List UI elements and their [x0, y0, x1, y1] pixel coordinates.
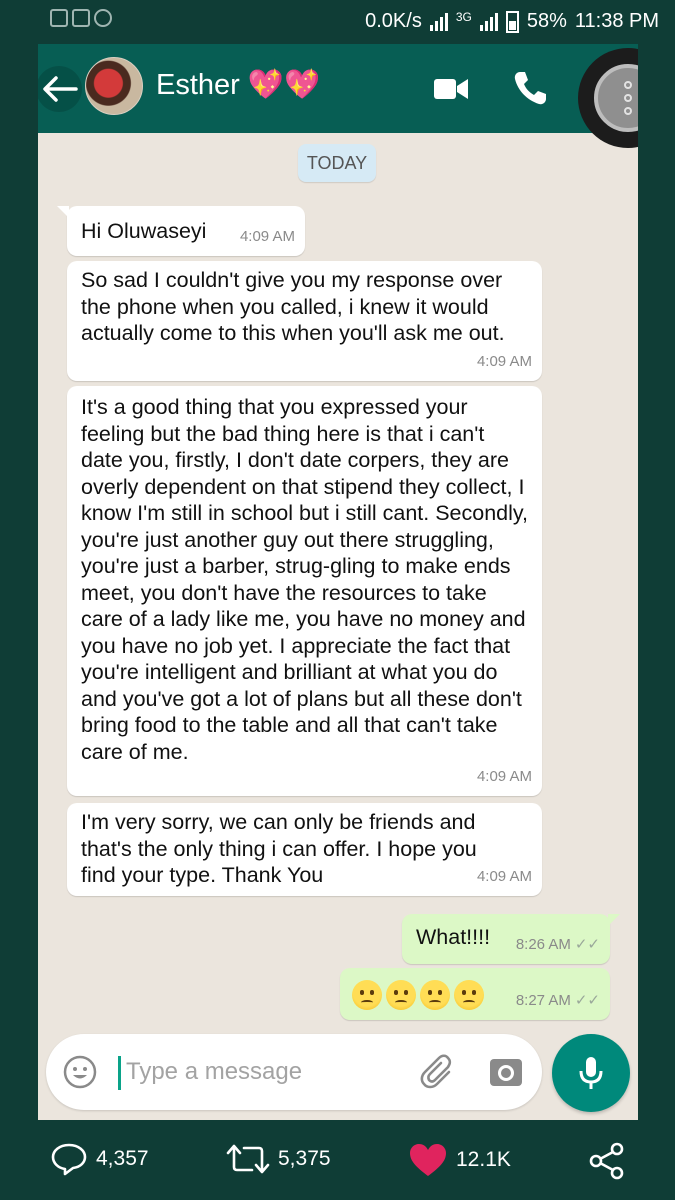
- read-ticks-icon: ✓✓: [574, 991, 600, 1009]
- reply-count: 4,357: [96, 1147, 149, 1170]
- message-bubble[interactable]: Hi Oluwaseyi 4:09 AM: [57, 206, 305, 256]
- confused-face-icon: [386, 980, 416, 1010]
- message-bubble[interactable]: So sad I couldn't give you my response o…: [67, 261, 542, 381]
- phone-icon[interactable]: [512, 69, 548, 107]
- confused-face-icon: [352, 980, 382, 1010]
- message-bubble[interactable]: It's a good thing that you expressed you…: [67, 386, 542, 796]
- battery-level: 58%: [526, 10, 567, 32]
- message-text: So sad I couldn't give you my response o…: [81, 268, 505, 345]
- retweet-count: 5,375: [278, 1147, 331, 1170]
- message-text: I'm very sorry, we can only be friends a…: [81, 810, 477, 887]
- microphone-icon: [579, 1057, 603, 1089]
- chat-header: Esther 💖💖: [38, 44, 638, 148]
- camera-icon[interactable]: [488, 1054, 524, 1090]
- heart-icon: [410, 1144, 446, 1176]
- network-type: 3G: [455, 10, 472, 24]
- status-bar: 0.0K/s 3G 58% 11:38 PM: [0, 0, 675, 44]
- tweet-action-bar: 4,357 5,375 12.1K: [0, 1120, 675, 1200]
- message-text: It's a good thing that you expressed you…: [81, 395, 529, 764]
- text-caret: [118, 1056, 121, 1090]
- message-time: 4:09 AM: [476, 867, 532, 885]
- retweet-button[interactable]: 5,375: [226, 1142, 331, 1176]
- confused-face-icon: [420, 980, 450, 1010]
- mic-button[interactable]: [552, 1034, 630, 1112]
- signal-icon: [479, 12, 498, 31]
- avatar[interactable]: [85, 57, 143, 115]
- reply-button[interactable]: 4,357: [50, 1142, 149, 1176]
- message-input[interactable]: [126, 1052, 396, 1092]
- message-time-value: 8:26 AM: [515, 935, 571, 953]
- battery-icon: [505, 10, 519, 33]
- message-time-value: 8:27 AM: [515, 991, 571, 1009]
- message-time: 8:27 AM ✓✓: [516, 988, 600, 1015]
- read-ticks-icon: ✓✓: [574, 935, 600, 953]
- emoji-icon[interactable]: [62, 1054, 98, 1090]
- like-count: 12.1K: [456, 1148, 511, 1171]
- share-icon: [589, 1142, 624, 1180]
- video-icon[interactable]: [433, 74, 469, 104]
- network-speed: 0.0K/s: [365, 10, 422, 32]
- message-bubble[interactable]: I'm very sorry, we can only be friends a…: [67, 803, 542, 896]
- contact-name[interactable]: Esther 💖💖: [156, 68, 320, 102]
- message-time: 8:26 AM ✓✓: [516, 932, 600, 959]
- more-options-icon: [594, 64, 638, 132]
- date-chip: TODAY: [298, 144, 376, 182]
- message-time: 4:09 AM: [476, 767, 532, 785]
- clock: 11:38 PM: [574, 10, 659, 32]
- message-bubble-outgoing[interactable]: What!!!! 8:26 AM ✓✓: [402, 914, 620, 964]
- back-arrow-icon: [43, 76, 78, 102]
- like-button[interactable]: 12.1K: [408, 1142, 511, 1178]
- gmail-icon: [50, 9, 68, 27]
- gmail-icon: [72, 9, 90, 27]
- chat-screen: Esther 💖💖 TODAY Hi Oluwaseyi 4:09 AM So …: [38, 44, 638, 1120]
- notification-icons: [50, 9, 112, 27]
- share-button[interactable]: [588, 1142, 626, 1180]
- paperclip-icon[interactable]: [419, 1052, 457, 1092]
- message-composer: [46, 1034, 542, 1110]
- message-bubble-outgoing[interactable]: 8:27 AM ✓✓: [340, 968, 610, 1020]
- confused-face-icon: [454, 980, 484, 1010]
- message-time: 4:09 AM: [239, 227, 295, 245]
- retweet-icon: [226, 1144, 270, 1174]
- back-button[interactable]: [38, 66, 82, 112]
- message-icon: [94, 9, 112, 27]
- signal-icon: [429, 12, 448, 31]
- message-time: 4:09 AM: [476, 352, 532, 370]
- reply-icon: [51, 1143, 87, 1176]
